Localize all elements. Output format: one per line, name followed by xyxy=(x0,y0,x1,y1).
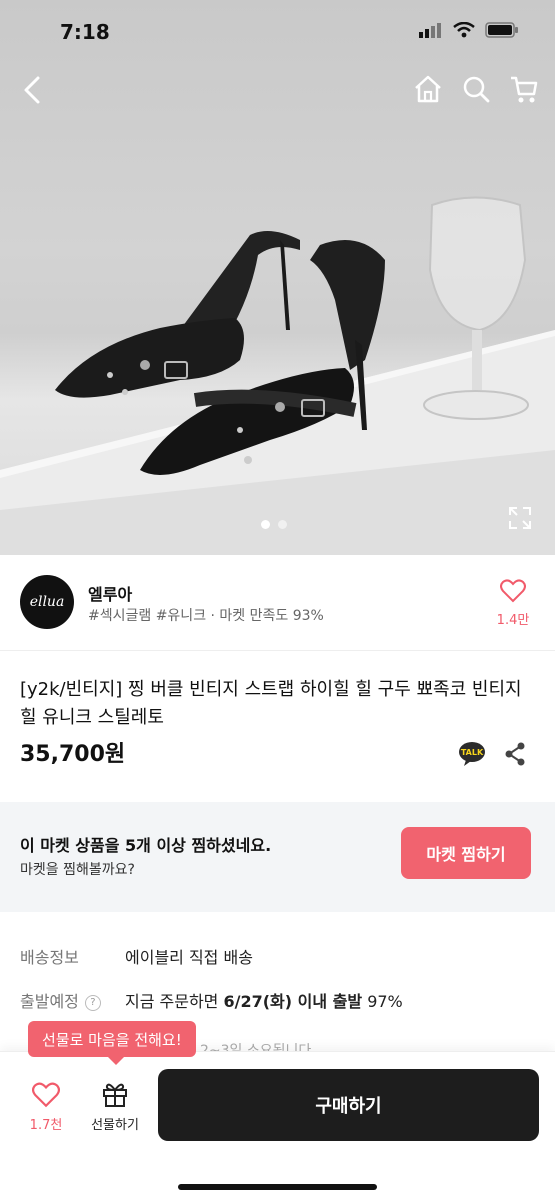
back-icon[interactable] xyxy=(18,72,46,108)
home-icon[interactable] xyxy=(413,72,443,106)
product-image[interactable]: 7:18 xyxy=(0,0,555,555)
banner-subtext: 마켓을 찜해볼까요? xyxy=(20,862,135,878)
product-like-count: 1.7천 xyxy=(29,1118,63,1133)
market-like-button[interactable]: 마켓 찜하기 xyxy=(401,827,531,879)
top-navigation xyxy=(0,70,555,110)
page-dot-active[interactable] xyxy=(261,520,270,529)
status-bar: 7:18 xyxy=(0,18,555,48)
shipping-label: 배송정보 xyxy=(20,948,79,967)
departure-value: 지금 주문하면 6/27(화) 이내 출발 97% xyxy=(125,992,403,1011)
gallery-pagination xyxy=(261,520,287,529)
home-indicator xyxy=(178,1184,377,1190)
shipping-row: 배송정보 에이블리 직접 배송 xyxy=(20,944,540,988)
signal-icon xyxy=(419,23,441,38)
wifi-icon xyxy=(453,22,475,38)
gift-label: 선물하기 xyxy=(91,1118,139,1133)
market-follow-banner: 이 마켓 상품을 5개 이상 찜하셨네요. 마켓을 찜해볼까요? 마켓 찜하기 xyxy=(0,802,555,912)
seller-like-button[interactable]: 1.4만 xyxy=(495,579,531,628)
search-icon[interactable] xyxy=(461,72,491,106)
status-time: 7:18 xyxy=(60,20,110,44)
product-title: [y2k/빈티지] 찡 버클 빈티지 스트랩 하이힐 힐 구두 뾰족코 빈티지 … xyxy=(20,679,522,728)
talk-icon-text: TALK xyxy=(461,748,484,757)
status-icons xyxy=(419,22,519,38)
kakao-talk-share-icon[interactable]: TALK xyxy=(458,741,486,767)
cart-icon[interactable] xyxy=(509,72,539,106)
heart-icon xyxy=(32,1082,60,1108)
seller-like-count: 1.4만 xyxy=(496,613,530,628)
heart-icon xyxy=(500,579,526,603)
shipping-value: 에이블리 직접 배송 xyxy=(125,948,253,967)
gift-button[interactable]: 선물하기 xyxy=(84,1080,146,1133)
seller-logo[interactable]: ellua xyxy=(20,575,74,629)
seller-name[interactable]: 엘루아 xyxy=(88,581,132,605)
product-like-button[interactable]: 1.7천 xyxy=(22,1082,70,1133)
expand-icon[interactable] xyxy=(508,506,532,530)
departure-label: 출발예정? xyxy=(20,988,101,1012)
buy-button[interactable]: 구매하기 xyxy=(158,1069,539,1141)
page-dot[interactable] xyxy=(278,520,287,529)
gift-tooltip[interactable]: 선물로 마음을 전해요! xyxy=(28,1021,196,1065)
battery-icon xyxy=(485,22,518,38)
bottom-action-bar: 1.7천 선물하기 구매하기 xyxy=(0,1051,555,1200)
departure-date: 6/27(화) 이내 출발 xyxy=(223,992,363,1011)
gift-icon xyxy=(103,1083,127,1107)
shipping-info: 배송정보 에이블리 직접 배송 출발예정? 지금 주문하면 6/27(화) 이내… xyxy=(20,944,540,1032)
share-icon[interactable] xyxy=(504,742,526,766)
seller-tags: #섹시글램 #유니크 · 마켓 만족도 93% xyxy=(88,608,324,624)
banner-headline: 이 마켓 상품을 5개 이상 찜하셨네요. xyxy=(20,836,272,855)
product-price: 35,700원 xyxy=(20,742,126,767)
seller-section: ellua 엘루아 #섹시글램 #유니크 · 마켓 만족도 93% 1.4만 xyxy=(0,555,555,651)
help-icon[interactable]: ? xyxy=(84,995,101,1011)
